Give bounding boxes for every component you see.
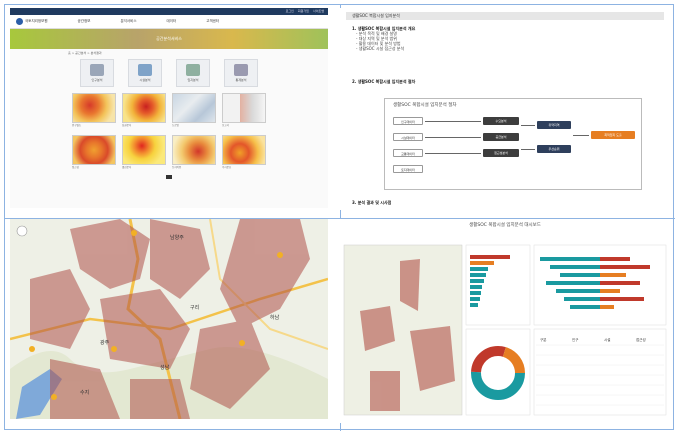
flow-arrow	[425, 153, 481, 154]
hero-banner: 공간분석서비스	[10, 29, 328, 49]
locate-icon[interactable]	[16, 225, 28, 237]
nav-item-3[interactable]: 데이터	[167, 19, 177, 24]
flow-step: 취약지역	[537, 121, 571, 129]
flow-step: 우선순위	[537, 145, 571, 153]
pagination-dot[interactable]	[166, 175, 172, 179]
emblem-icon	[16, 18, 23, 25]
dashboard-title: 생활SOC 복합시설 입지분석 대시보드	[469, 223, 541, 228]
login-link[interactable]: 로그인	[286, 8, 294, 15]
flow-input: 시설데이터	[393, 133, 423, 141]
tile-population[interactable]: 인구분석	[80, 59, 114, 87]
table-header: 인구	[572, 337, 579, 342]
thumbnail-report[interactable]	[222, 93, 266, 123]
breadcrumb: 홈 > 공간분석 > 분석결과	[68, 51, 102, 55]
sitemap-link[interactable]: 사이트맵	[313, 8, 324, 15]
category-tiles: 인구분석 시설분석 입지분석 통계분석	[10, 59, 328, 87]
process-flow-diagram: 생활SOC 복합시설 입지분석 절차 인구데이터 시설데이터 교통데이터 토지데…	[384, 98, 642, 190]
portal-screenshot: 로그인 회원가입 사이트맵 국토지리정보원 공간정보 분석서비스 데이터 고객센…	[10, 8, 328, 208]
location-icon	[186, 64, 200, 76]
place-label: 수지	[80, 389, 89, 396]
flow-arrow	[521, 149, 535, 150]
dashboard-canvas: 구분 인구 시설 접근성	[343, 244, 667, 416]
report-document: 생활SOC 복합시설 입지분석 1. 생활SOC 복합시설 입지분석 개요 - …	[340, 8, 670, 210]
site-logo[interactable]: 국토지리정보원	[16, 18, 48, 25]
signup-link[interactable]: 회원가입	[298, 8, 309, 15]
flow-input: 교통데이터	[393, 149, 423, 157]
table-header: 접근성	[636, 337, 646, 342]
data-table-panel	[533, 328, 667, 416]
tile-facility[interactable]: 시설분석	[128, 59, 162, 87]
table-header: 시설	[604, 337, 610, 342]
thumbnail-map[interactable]	[72, 93, 116, 123]
flow-title: 생활SOC 복합시설 입지분석 절차	[393, 103, 457, 108]
facility-icon	[138, 64, 152, 76]
flow-step: 접근성분석	[483, 149, 519, 157]
section-heading: 2. 생활SOC 복합시설 입지분석 절차	[352, 79, 416, 84]
map-thumbnail-grid: 인구밀도 상권분석 도로망 보고서 접근성 열섬분석 토지이용 주거분포	[10, 93, 328, 173]
tile-location[interactable]: 입지분석	[176, 59, 210, 87]
flow-arrow	[521, 125, 535, 126]
place-label: 하남	[270, 314, 280, 321]
thumbnail-map[interactable]	[172, 135, 216, 165]
place-label: 광주	[100, 339, 110, 346]
flow-arrow	[425, 121, 481, 122]
flow-arrow	[573, 135, 589, 136]
place-label: 남양주	[170, 234, 184, 241]
analysis-dashboard: 생활SOC 복합시설 입지분석 대시보드 구분 인구 시설 접근성	[340, 219, 670, 423]
map-canvas[interactable]: 남양주 구리 하남 광주 성남 수지	[10, 219, 328, 419]
nav-item-2[interactable]: 분석서비스	[120, 19, 136, 24]
flow-input: 인구데이터	[393, 117, 423, 125]
thumbnail-map[interactable]	[172, 93, 216, 123]
thumbnail-map[interactable]	[122, 135, 166, 165]
nav-item-1[interactable]: 공간정보	[78, 19, 91, 24]
population-icon	[90, 64, 104, 76]
hotspot-map[interactable]: 남양주 구리 하남 광주 성남 수지	[10, 219, 328, 419]
flow-step: 수요분석	[483, 117, 519, 125]
top-utility-bar: 로그인 회원가입 사이트맵	[10, 8, 328, 15]
flow-step: 공급분석	[483, 133, 519, 141]
section-body: - 분석 목적 및 배경 설명 - 대상 지역 및 분석 범위 - 활용 데이터…	[356, 31, 405, 51]
statistics-icon	[234, 64, 248, 76]
flow-arrow	[425, 137, 481, 138]
banner-title: 공간분석서비스	[156, 36, 182, 41]
place-label: 성남	[160, 364, 170, 371]
section-heading: 3. 분석 결과 및 시사점	[352, 200, 392, 205]
table-header: 구분	[540, 337, 547, 342]
tile-statistics[interactable]: 통계분석	[224, 59, 258, 87]
document-title: 생활SOC 복합시설 입지분석	[346, 12, 664, 20]
place-label: 구리	[190, 304, 199, 311]
nav-item-4[interactable]: 고객센터	[206, 19, 219, 24]
site-header: 국토지리정보원 공간정보 분석서비스 데이터 고객센터	[10, 15, 328, 29]
flow-input: 토지데이터	[393, 165, 423, 173]
thumbnail-map[interactable]	[72, 135, 116, 165]
thumbnail-map[interactable]	[222, 135, 266, 165]
thumbnail-map[interactable]	[122, 93, 166, 123]
flow-result: 최적입지 도출	[591, 131, 635, 139]
